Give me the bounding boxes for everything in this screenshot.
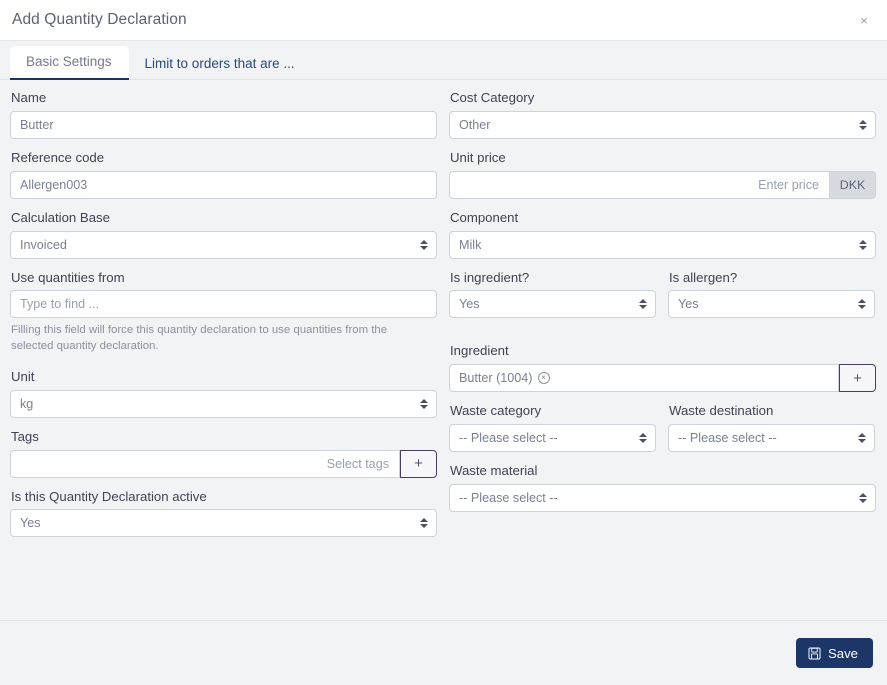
tab-basic-settings[interactable]: Basic Settings [10,45,129,80]
label-is-active: Is this Quantity Declaration active [11,488,207,504]
modal-header: Add Quantity Declaration × [0,0,887,41]
field-tags: Tags + [10,429,437,478]
add-quantity-declaration-modal: Add Quantity Declaration × Basic Setting… [0,0,887,685]
form-column-right: Cost Category Other Unit price DKK Compo… [449,90,876,523]
page-title: Add Quantity Declaration [12,11,187,28]
ingredient-tag: Butter (1004) × [459,371,550,385]
ingredient-tag-label: Butter (1004) [459,371,533,386]
label-use-quantities-from: Use quantities from [11,269,125,285]
waste-destination-select[interactable]: -- Please select -- [668,424,875,453]
is-allergen-select[interactable]: Yes [668,290,875,319]
field-unit-price: Unit price DKK [449,150,876,199]
calculation-base-select[interactable]: Invoiced [10,230,437,259]
tags-input[interactable] [10,449,400,478]
save-button-label: Save [827,645,858,661]
unit-select[interactable]: kg [10,389,437,418]
ingredient-input-group: Butter (1004) × + [449,364,876,393]
reference-code-input[interactable] [10,170,437,199]
field-waste-material: Waste material -- Please select -- [449,463,876,512]
label-waste-material: Waste material [450,463,538,479]
label-calculation-base: Calculation Base [11,209,110,225]
save-button[interactable]: Save [795,638,873,668]
label-waste-category: Waste category [450,403,542,419]
field-cost-category: Cost Category Other [449,90,876,139]
ingredient-allergen-row: Is ingredient? Yes Is allergen? Yes [449,270,876,330]
field-is-ingredient: Is ingredient? Yes [449,270,656,319]
tab-bar: Basic Settings Limit to orders that are … [0,41,887,80]
field-use-quantities-from: Use quantities from Filling this field w… [10,270,437,355]
label-name: Name [11,90,47,105]
label-unit: Unit [11,368,35,384]
ingredient-tag-field[interactable]: Butter (1004) × [449,364,839,393]
waste-row: Waste category -- Please select -- Waste… [449,403,876,463]
use-quantities-from-help: Filling this field will force this quant… [11,324,388,353]
component-select[interactable]: Milk [449,230,876,259]
label-reference-code: Reference code [11,149,105,165]
tags-input-group: + [10,449,437,478]
name-input[interactable] [10,110,437,139]
label-component: Component [450,209,519,225]
currency-addon: DKK [830,170,876,199]
field-calculation-base: Calculation Base Invoiced [10,210,437,259]
tab-limit-to-orders[interactable]: Limit to orders that are ... [129,48,312,80]
unit-price-input-group: DKK [449,170,876,199]
label-waste-destination: Waste destination [669,403,774,419]
field-reference-code: Reference code [10,150,437,199]
cost-category-select[interactable]: Other [449,110,876,139]
remove-tag-icon[interactable]: × [537,372,550,385]
save-icon [808,646,821,660]
waste-material-select[interactable]: -- Please select -- [449,483,876,512]
label-is-allergen: Is allergen? [669,269,738,285]
use-quantities-from-input[interactable] [10,290,437,319]
form-column-left: Name Reference code Calculation Base Inv… [10,90,437,548]
field-waste-destination: Waste destination -- Please select -- [668,403,875,453]
is-ingredient-select[interactable]: Yes [449,290,656,319]
label-unit-price: Unit price [450,149,506,165]
close-icon[interactable]: × [855,11,873,29]
modal-body: Name Reference code Calculation Base Inv… [0,80,887,620]
field-is-active: Is this Quantity Declaration active Yes [10,489,437,538]
field-is-allergen: Is allergen? Yes [668,270,875,319]
add-tag-button[interactable]: + [400,449,437,478]
waste-category-select[interactable]: -- Please select -- [449,424,656,453]
label-ingredient: Ingredient [450,343,509,359]
field-ingredient: Ingredient Butter (1004) × + [449,343,876,393]
field-waste-category: Waste category -- Please select -- [449,403,656,453]
unit-price-input[interactable] [449,170,830,199]
field-name: Name [10,90,437,139]
label-is-ingredient: Is ingredient? [450,269,530,285]
form-grid: Name Reference code Calculation Base Inv… [10,90,877,548]
label-tags: Tags [11,428,39,444]
field-component: Component Milk [449,210,876,259]
is-active-select[interactable]: Yes [10,509,437,538]
add-ingredient-button[interactable]: + [839,364,876,393]
modal-footer: Save [0,620,887,685]
label-cost-category: Cost Category [450,90,535,105]
field-unit: Unit kg [10,369,437,418]
